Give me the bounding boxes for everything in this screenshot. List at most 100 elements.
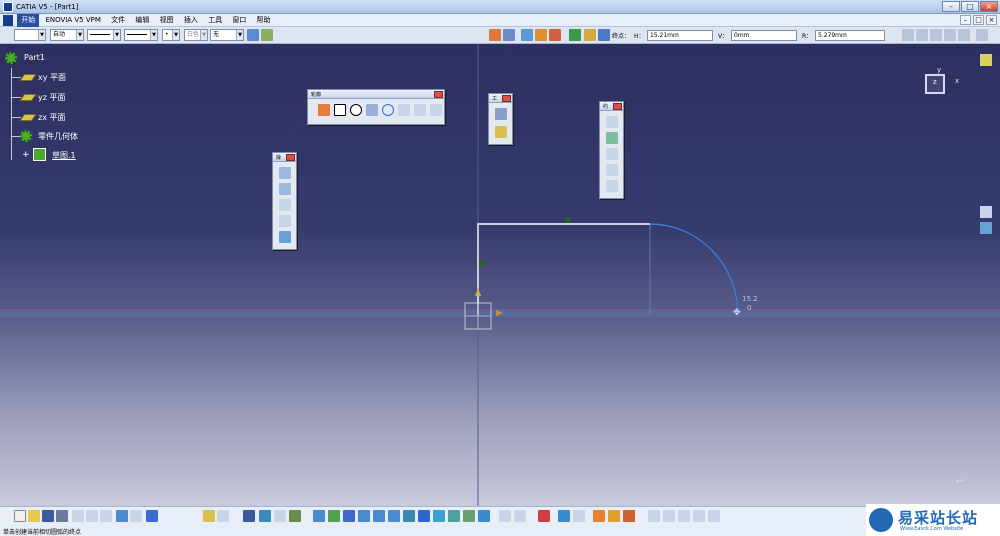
mirror-icon[interactable] bbox=[279, 215, 291, 227]
chamfer-icon[interactable] bbox=[279, 183, 291, 195]
profile-palette-close-icon[interactable] bbox=[434, 91, 443, 98]
menu-start[interactable]: 开始 bbox=[17, 14, 40, 27]
spline-icon[interactable] bbox=[366, 104, 378, 116]
save-icon[interactable] bbox=[42, 510, 54, 522]
constraint-icon[interactable] bbox=[606, 132, 618, 144]
open-icon[interactable] bbox=[28, 510, 40, 522]
cut-icon[interactable] bbox=[72, 510, 84, 522]
menu-tools[interactable]: 工具 bbox=[204, 14, 226, 27]
lineweight-dropdown[interactable]: ▼ bbox=[124, 29, 158, 41]
select-tool-icon[interactable] bbox=[980, 54, 992, 66]
sketch-viewport[interactable]: Part1 xy 平面 yz 平面 zx 平面 零件几何体 + 草图.1 15.… bbox=[0, 44, 1000, 506]
menu-insert[interactable]: 插入 bbox=[180, 14, 202, 27]
ellipse-icon[interactable] bbox=[382, 104, 394, 116]
point-icon[interactable] bbox=[430, 104, 442, 116]
fix-together-icon[interactable] bbox=[606, 164, 618, 176]
layer-dropdown[interactable]: 自动 ▼ bbox=[50, 29, 84, 41]
rectangle-icon[interactable] bbox=[334, 104, 346, 116]
profile-palette[interactable]: 轮廓 bbox=[307, 89, 445, 125]
axis-icon[interactable] bbox=[414, 104, 426, 116]
circle-icon[interactable] bbox=[350, 104, 362, 116]
construction-icon[interactable] bbox=[521, 29, 533, 41]
constraint-palette-close-icon[interactable] bbox=[613, 103, 622, 110]
copy-icon[interactable] bbox=[86, 510, 98, 522]
exit-workbench-icon[interactable] bbox=[495, 126, 507, 138]
fit-all-icon[interactable] bbox=[328, 510, 340, 522]
menu-edit[interactable]: 编辑 bbox=[131, 14, 153, 27]
zoom-out-icon[interactable] bbox=[388, 510, 400, 522]
formula-icon[interactable] bbox=[203, 510, 215, 522]
undo-icon[interactable] bbox=[116, 510, 128, 522]
param-icon[interactable] bbox=[663, 510, 675, 522]
ops-palette-close-icon[interactable] bbox=[286, 154, 295, 161]
measure-icon[interactable] bbox=[558, 510, 570, 522]
side-tool-icon-2[interactable] bbox=[980, 222, 992, 234]
paste-icon[interactable] bbox=[100, 510, 112, 522]
dimensional-constraint-icon[interactable] bbox=[549, 29, 561, 41]
catalog-browser-icon[interactable] bbox=[708, 510, 720, 522]
axis-system-icon[interactable] bbox=[608, 510, 620, 522]
constraint-palette[interactable]: 约 bbox=[599, 101, 624, 199]
toolbar-right-icon-5[interactable] bbox=[958, 29, 970, 41]
trim-icon[interactable] bbox=[279, 199, 291, 211]
profile-tool-icon[interactable] bbox=[318, 104, 330, 116]
grid-icon[interactable] bbox=[489, 29, 501, 41]
macro-icon[interactable] bbox=[538, 510, 550, 522]
toolbar-right-icon-2[interactable] bbox=[916, 29, 928, 41]
menu-enovia[interactable]: ENOVIA V5 VPM bbox=[41, 14, 104, 27]
inertia-icon[interactable] bbox=[573, 510, 585, 522]
animate-constraint-icon[interactable] bbox=[606, 180, 618, 192]
rotate-icon[interactable] bbox=[358, 510, 370, 522]
pencil-icon[interactable] bbox=[495, 108, 507, 120]
constraint-palette-header[interactable]: 约 bbox=[600, 102, 623, 111]
zoom-in-icon[interactable] bbox=[373, 510, 385, 522]
small-palette[interactable]: 工 bbox=[488, 93, 513, 145]
ops-palette-header[interactable]: 操 bbox=[273, 153, 296, 162]
sketch-analysis-icon[interactable] bbox=[499, 510, 511, 522]
visible-space-icon[interactable] bbox=[478, 510, 490, 522]
menu-help[interactable]: 帮助 bbox=[253, 14, 275, 27]
h-input[interactable]: 15.21mm bbox=[647, 30, 713, 41]
style-dropdown[interactable]: 无 ▼ bbox=[210, 29, 244, 41]
snap-grid-icon[interactable] bbox=[503, 29, 515, 41]
line-icon[interactable] bbox=[398, 104, 410, 116]
v-input[interactable]: 0mm bbox=[731, 30, 797, 41]
render-dropdown[interactable]: 白色 ▼ bbox=[184, 29, 208, 41]
brush-icon[interactable] bbox=[261, 29, 273, 41]
linetype-dropdown[interactable]: ▼ bbox=[87, 29, 121, 41]
side-tool-icon-1[interactable] bbox=[980, 206, 992, 218]
rotate-arc-icon[interactable] bbox=[598, 29, 610, 41]
contact-constraint-icon[interactable] bbox=[606, 148, 618, 160]
small-palette-header[interactable]: 工 bbox=[489, 94, 512, 103]
views-icon[interactable] bbox=[418, 510, 430, 522]
small-palette-close-icon[interactable] bbox=[502, 95, 511, 102]
profile-palette-header[interactable]: 轮廓 bbox=[308, 90, 444, 99]
pan-icon[interactable] bbox=[343, 510, 355, 522]
minimize-button[interactable]: – bbox=[942, 1, 960, 12]
corner-icon[interactable] bbox=[279, 167, 291, 179]
output-feature-icon[interactable] bbox=[648, 510, 660, 522]
doc-minimize-button[interactable]: – bbox=[960, 15, 971, 25]
color-dropdown[interactable]: ▼ bbox=[14, 29, 46, 41]
print-icon[interactable] bbox=[56, 510, 68, 522]
compass[interactable]: y x z bbox=[920, 66, 960, 102]
knowledge-icon[interactable] bbox=[289, 510, 301, 522]
catalog-icon[interactable] bbox=[243, 510, 255, 522]
maximize-button[interactable]: □ bbox=[961, 1, 979, 12]
fly-mode-icon[interactable] bbox=[313, 510, 325, 522]
render-style-icon[interactable] bbox=[433, 510, 445, 522]
r-input[interactable]: 5.279mm bbox=[815, 30, 885, 41]
geometric-constraint-icon[interactable] bbox=[535, 29, 547, 41]
apply-material-icon[interactable] bbox=[678, 510, 690, 522]
menu-window[interactable]: 窗口 bbox=[228, 14, 250, 27]
tree-toggle-icon[interactable] bbox=[259, 510, 271, 522]
normal-view-icon[interactable] bbox=[403, 510, 415, 522]
toolbar-right-icon-4[interactable] bbox=[944, 29, 956, 41]
menu-file[interactable]: 文件 bbox=[107, 14, 129, 27]
point-dropdown[interactable]: • ▼ bbox=[162, 29, 180, 41]
help-icon[interactable] bbox=[146, 510, 158, 522]
comment-icon[interactable] bbox=[217, 510, 229, 522]
hide-show-icon[interactable] bbox=[448, 510, 460, 522]
menu-view[interactable]: 视图 bbox=[156, 14, 178, 27]
close-button[interactable]: × bbox=[980, 1, 998, 12]
